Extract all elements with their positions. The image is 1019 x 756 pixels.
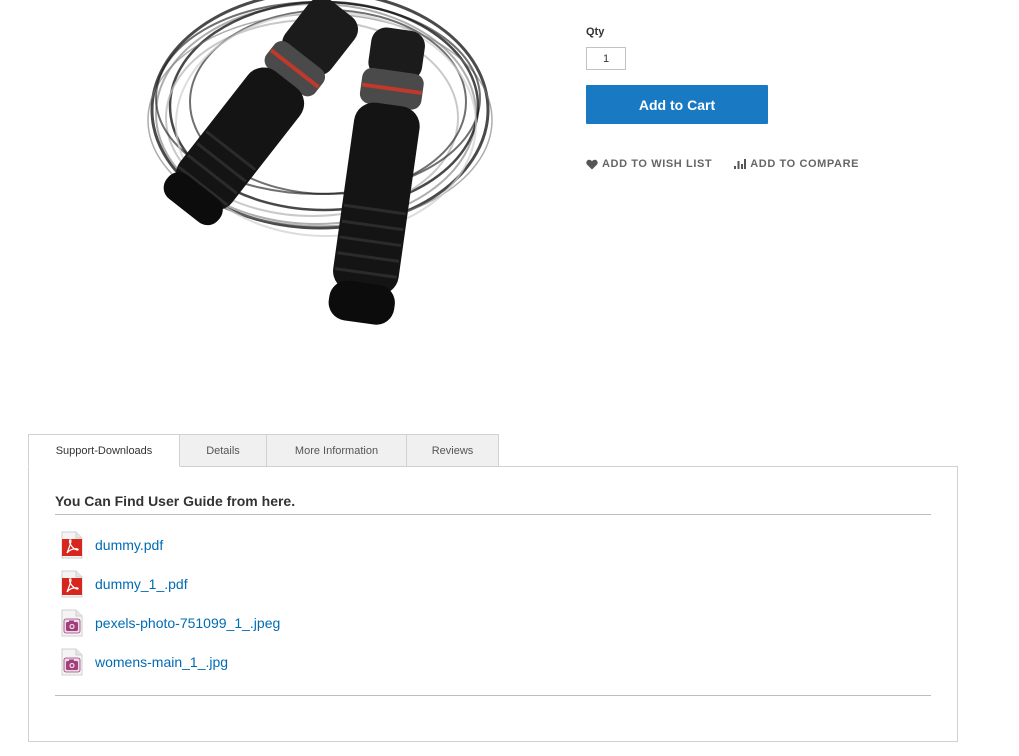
pdf-file-icon	[61, 570, 83, 597]
tab-reviews[interactable]: Reviews	[406, 434, 499, 467]
add-to-compare-label: Add to Compare	[750, 158, 860, 170]
list-item: womens-main_1_.jpg	[59, 642, 280, 681]
image-file-icon	[61, 648, 83, 675]
heart-icon	[586, 159, 598, 169]
divider	[55, 695, 931, 696]
download-link[interactable]: pexels-photo-751099_1_.jpeg	[95, 615, 280, 631]
add-to-wishlist-label: Add to Wish List	[602, 158, 713, 170]
image-file-icon	[61, 609, 83, 636]
qty-label: Qty	[586, 26, 605, 38]
compare-icon	[734, 159, 747, 169]
downloads-list: dummy.pdf dummy_1_.pdf pexels-photo-7510…	[59, 525, 280, 681]
add-to-compare-link[interactable]: Add to Compare	[734, 158, 859, 170]
tab-details[interactable]: Details	[179, 434, 267, 467]
list-item: dummy_1_.pdf	[59, 564, 280, 603]
download-link[interactable]: dummy.pdf	[95, 537, 163, 553]
product-image[interactable]	[80, 0, 510, 355]
list-item: pexels-photo-751099_1_.jpeg	[59, 603, 280, 642]
support-downloads-panel: You Can Find User Guide from here. dummy…	[28, 466, 958, 742]
add-to-cart-button[interactable]: Add to Cart	[586, 85, 768, 124]
add-to-wishlist-link[interactable]: Add to Wish List	[586, 158, 712, 170]
download-link[interactable]: dummy_1_.pdf	[95, 576, 188, 592]
product-info-tabs: Support-Downloads Details More Informati…	[28, 434, 499, 467]
downloads-heading: You Can Find User Guide from here.	[55, 493, 931, 515]
download-link[interactable]: womens-main_1_.jpg	[95, 654, 228, 670]
tab-more-information[interactable]: More Information	[266, 434, 407, 467]
tab-support-downloads[interactable]: Support-Downloads	[28, 434, 180, 467]
pdf-file-icon	[61, 531, 83, 558]
qty-input[interactable]	[586, 47, 626, 70]
list-item: dummy.pdf	[59, 525, 280, 564]
product-social-links: Add to Wish List Add to Compare	[586, 158, 859, 170]
